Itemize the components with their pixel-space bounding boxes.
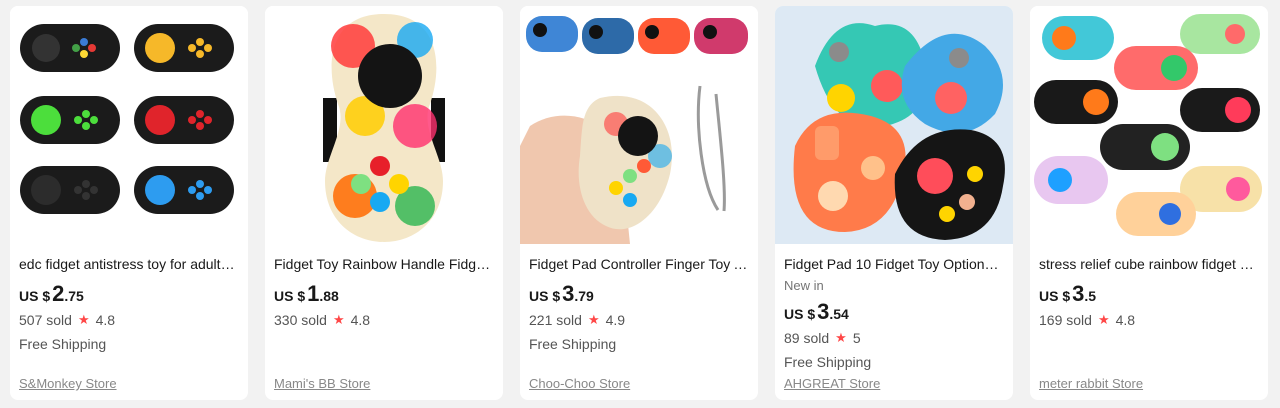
product-card[interactable]: stress relief cube rainbow fidget g... U… xyxy=(1030,6,1268,400)
price-decimal: .88 xyxy=(319,288,339,304)
product-price: US $ 3 .54 xyxy=(784,299,1004,325)
store-link[interactable]: S&Monkey Store xyxy=(19,376,117,391)
fidget-pads-collage-image xyxy=(10,6,248,244)
star-icon: ★ xyxy=(332,312,345,327)
sold-count: 507 sold xyxy=(19,312,72,328)
product-title[interactable]: Fidget Pad 10 Fidget Toy Options i... xyxy=(784,254,1004,274)
rating-value: 4.8 xyxy=(350,312,371,328)
sales-rating: 330 sold ★ 4.8 xyxy=(274,309,494,331)
shipping-label: Free Shipping xyxy=(529,336,617,352)
product-grid: edc fidget antistress toy for adults ...… xyxy=(0,0,1280,408)
sales-rating: 169 sold ★ 4.8 xyxy=(1039,309,1259,331)
triangle-fidget-pads-image xyxy=(775,6,1013,244)
product-card[interactable]: Fidget Toy Rainbow Handle Fidget ... US … xyxy=(265,6,503,400)
price-decimal: .75 xyxy=(64,288,84,304)
product-image[interactable] xyxy=(775,6,1013,244)
star-icon: ★ xyxy=(835,330,847,345)
sales-rating: 221 sold ★ 4.9 xyxy=(529,309,749,331)
price-currency: US $ xyxy=(274,288,306,304)
product-card[interactable]: edc fidget antistress toy for adults ...… xyxy=(10,6,248,400)
star-icon: ★ xyxy=(587,312,600,327)
rating-value: 4.9 xyxy=(605,312,626,328)
sold-count: 330 sold xyxy=(274,312,327,328)
product-price: US $ 2 .75 xyxy=(19,281,239,307)
product-image[interactable] xyxy=(1030,6,1268,244)
new-in-tag: New in xyxy=(784,278,824,293)
price-decimal: .5 xyxy=(1084,288,1097,304)
store-link[interactable]: Mami's BB Store xyxy=(274,376,370,391)
price-currency: US $ xyxy=(529,288,561,304)
colorful-fidget-pads-image xyxy=(1030,6,1268,244)
store-link[interactable]: meter rabbit Store xyxy=(1039,376,1143,391)
sales-rating: 89 sold ★ 5 xyxy=(784,327,1004,349)
sold-count: 169 sold xyxy=(1039,312,1092,328)
shipping-label: Free Shipping xyxy=(784,354,872,370)
star-icon: ★ xyxy=(77,312,90,327)
star-icon: ★ xyxy=(1097,312,1110,327)
product-image[interactable] xyxy=(10,6,248,244)
sold-count: 221 sold xyxy=(529,312,582,328)
rating-value: 4.8 xyxy=(1115,312,1136,328)
product-price: US $ 3 .5 xyxy=(1039,281,1259,307)
rating-value: 4.8 xyxy=(95,312,116,328)
store-link[interactable]: Choo-Choo Store xyxy=(529,376,630,391)
store-link[interactable]: AHGREAT Store xyxy=(784,376,880,391)
sales-rating: 507 sold ★ 4.8 xyxy=(19,309,239,331)
product-title[interactable]: edc fidget antistress toy for adults ... xyxy=(19,254,239,274)
price-integer: 2 xyxy=(52,281,65,306)
price-currency: US $ xyxy=(1039,288,1071,304)
hand-fidget-pad-image xyxy=(520,6,758,244)
sold-count: 89 sold xyxy=(784,330,830,346)
product-card[interactable]: Fidget Pad Controller Finger Toy A... US… xyxy=(520,6,758,400)
rainbow-fidget-pad-image xyxy=(265,6,503,244)
product-price: US $ 1 .88 xyxy=(274,281,494,307)
price-currency: US $ xyxy=(19,288,51,304)
product-image[interactable] xyxy=(265,6,503,244)
price-integer: 3 xyxy=(817,299,830,324)
product-price: US $ 3 .79 xyxy=(529,281,749,307)
price-decimal: .54 xyxy=(829,306,849,322)
price-currency: US $ xyxy=(784,306,816,322)
price-integer: 1 xyxy=(307,281,320,306)
shipping-label: Free Shipping xyxy=(19,336,107,352)
product-image[interactable] xyxy=(520,6,758,244)
product-title[interactable]: stress relief cube rainbow fidget g... xyxy=(1039,254,1259,274)
product-card[interactable]: Fidget Pad 10 Fidget Toy Options i... Ne… xyxy=(775,6,1013,400)
product-title[interactable]: Fidget Toy Rainbow Handle Fidget ... xyxy=(274,254,494,274)
rating-value: 5 xyxy=(852,330,861,346)
product-title[interactable]: Fidget Pad Controller Finger Toy A... xyxy=(529,254,749,274)
price-integer: 3 xyxy=(1072,281,1085,306)
price-integer: 3 xyxy=(562,281,575,306)
price-decimal: .79 xyxy=(574,288,594,304)
